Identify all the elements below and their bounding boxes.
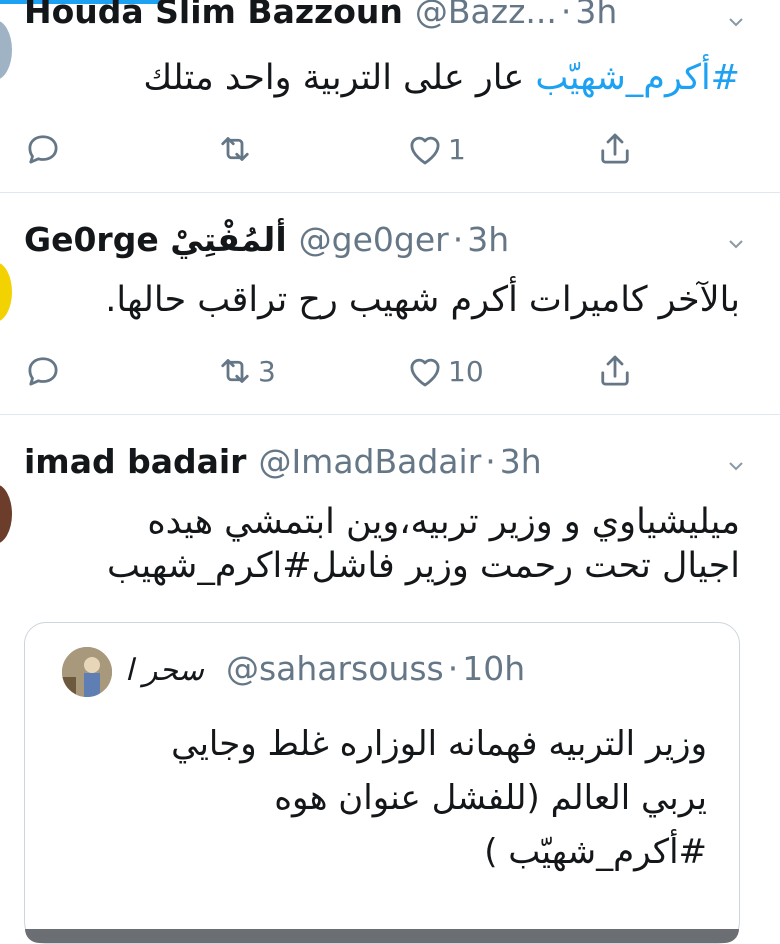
author-handle[interactable]: @ImadBadair [258,442,481,481]
tweet-header: Ge0rge ألمُفْتِيْ @ge0ger · 3h [24,220,509,259]
chevron-down-icon[interactable] [728,236,744,252]
tweet-text-line: اجيال تحت رحمت وزير فاشل#اكرم_شهيب [106,546,740,586]
avatar[interactable] [0,262,12,322]
retweet-button[interactable]: 3 [214,350,276,392]
quoted-text-line: #أكرم_شهيّب ) [484,832,707,872]
tweet-text: #أكرم_شهيّب عار على التربية واحد متلك [143,56,740,100]
reply-button[interactable] [22,128,66,170]
chevron-down-icon[interactable] [728,14,744,30]
author-handle[interactable]: @Bazz... [415,0,557,31]
quoted-media-preview[interactable] [25,929,739,943]
share-button[interactable] [594,350,636,392]
author-handle[interactable]: @ge0ger [299,220,449,259]
like-button[interactable]: 10 [404,350,484,392]
divider [0,192,780,193]
like-count: 10 [448,354,484,388]
tweet-text-content: عار على التربية واحد متلك [143,58,536,98]
quoted-author-handle[interactable]: @saharsouss [226,649,444,688]
retweet-icon [221,137,249,161]
retweet-button[interactable] [214,128,258,170]
quoted-avatar[interactable] [62,647,112,697]
like-count: 1 [448,132,466,166]
quoted-text-line: يربي العالم (للفشل عنوان هوه [274,778,707,818]
like-button[interactable]: 1 [404,128,466,170]
share-button[interactable] [594,128,636,170]
separator-dot: · [485,442,496,481]
hashtag-link[interactable]: #أكرم_شهيّب [535,58,740,98]
timestamp[interactable]: 3h [467,220,509,259]
reply-icon [28,357,58,386]
retweet-icon [221,359,249,383]
tweet-text: بالآخر كاميرات أكرم شهيب رح تراقب حالها. [105,280,740,320]
share-icon [601,133,629,164]
heart-icon [410,136,440,165]
timestamp[interactable]: 3h [500,442,542,481]
tweet-header: Houda Slim Bazzoun @Bazz... · 3h [24,0,617,31]
quoted-author-name[interactable]: سحر ا [125,653,204,688]
separator-dot: · [560,0,572,31]
quoted-text-line: وزير التربيه فهمانه الوزاره غلط وجايي [171,724,707,764]
divider [0,414,780,415]
author-name[interactable]: Houda Slim Bazzoun [24,0,403,31]
reply-icon [28,135,58,164]
quoted-tweet-text: وزير التربيه فهمانه الوزاره غلط وجايي ير… [171,717,707,879]
avatar[interactable] [0,484,12,544]
quoted-tweet-card[interactable]: سحر ا @saharsouss · 10h وزير التربيه فهم… [24,622,740,944]
tweet-header: imad badair @ImadBadair · 3h [24,442,542,481]
timestamp[interactable]: 3h [575,0,617,31]
separator-dot: · [452,220,464,259]
chevron-down-icon[interactable] [728,458,744,474]
author-name[interactable]: Ge0rge ألمُفْتِيْ [24,220,287,259]
retweet-count: 3 [258,354,276,388]
tweet-text: ميليشياوي و وزير تربيه،وين ابتمشي هيده ا… [107,500,740,588]
heart-icon [410,358,440,387]
quoted-timestamp[interactable]: 10h [462,649,525,688]
quoted-tweet-header: سحر ا @saharsouss · 10h [125,649,525,688]
action-bar: 3 10 [0,350,780,390]
action-bar: 1 [0,128,780,168]
avatar[interactable] [0,20,12,80]
author-name[interactable]: imad badair [24,442,246,481]
share-icon [601,355,629,386]
separator-dot: · [447,649,459,688]
tweet-text-line: ميليشياوي و وزير تربيه،وين ابتمشي هيده [147,502,740,542]
reply-button[interactable] [22,350,66,392]
